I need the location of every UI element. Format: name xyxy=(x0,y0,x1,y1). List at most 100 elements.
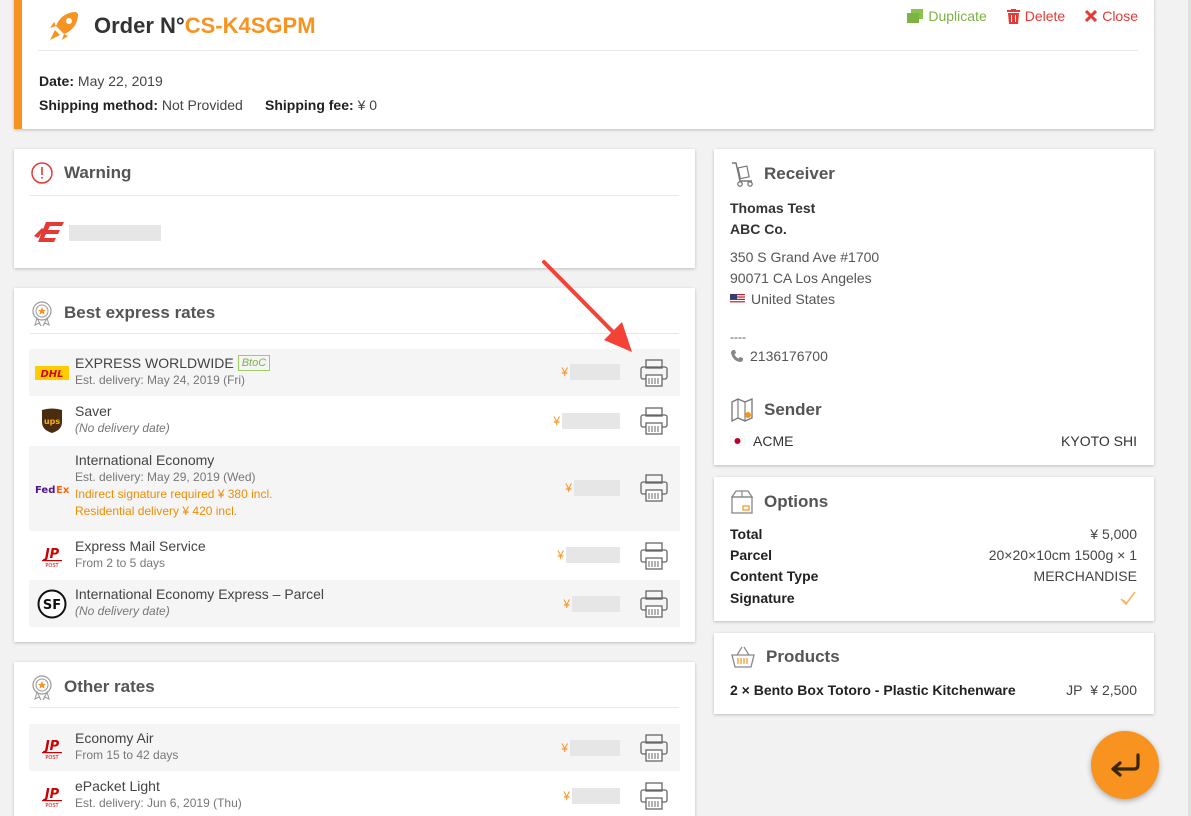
rate-price: ¥ xyxy=(557,547,620,563)
order-date: Date: May 22, 2019 xyxy=(39,73,163,89)
print-label-icon[interactable] xyxy=(638,540,670,572)
svg-text:Ex.: Ex. xyxy=(56,485,70,496)
price-redacted xyxy=(570,364,620,380)
print-label-icon[interactable] xyxy=(638,472,670,504)
receiver-address-line1: 350 S Grand Ave #1700 xyxy=(730,249,880,265)
svg-text:JP: JP xyxy=(42,547,60,562)
sender-name: ACME xyxy=(730,433,793,449)
svg-text:POST: POST xyxy=(45,563,59,568)
receiver-separator: ---- xyxy=(730,330,746,344)
sender-title: Sender xyxy=(730,397,822,423)
date-value: May 22, 2019 xyxy=(77,73,163,89)
japan-flag-icon xyxy=(730,436,745,446)
rate-service-name: International Economy xyxy=(75,452,215,468)
print-label-icon[interactable] xyxy=(638,357,670,389)
award-badge-icon xyxy=(32,675,52,700)
phone-icon xyxy=(731,350,743,362)
rate-price: ¥ xyxy=(561,364,620,380)
receiver-country: United States xyxy=(730,291,835,307)
order-title-prefix: Order N° xyxy=(94,13,185,38)
product-price-group: JP ¥ 2,500 xyxy=(1066,682,1137,698)
warning-title-text: Warning xyxy=(64,163,132,182)
rate-row[interactable]: JP POST Express Mail Service From 2 to 5 … xyxy=(29,532,680,579)
rate-row[interactable]: DHL EXPRESS WORLDWIDE BtoC Est. delivery… xyxy=(29,349,680,396)
receiver-phone: 2136176700 xyxy=(730,348,828,364)
shipping-method-label: Shipping method: xyxy=(39,97,158,113)
rate-name: International Economy xyxy=(75,452,680,468)
print-label-icon[interactable] xyxy=(638,780,670,812)
rate-row[interactable]: ups Saver (No delivery date) ¥ xyxy=(29,397,680,445)
rate-service-name: EXPRESS WORLDWIDE xyxy=(75,355,234,371)
other-rates-title-text: Other rates xyxy=(64,677,155,696)
sf-express-logo-icon: SF xyxy=(29,580,75,627)
best-rates-card: Best express rates DHL EXPRESS WORLDWIDE… xyxy=(14,288,695,642)
shipping-method-value: Not Provided xyxy=(161,97,243,113)
rate-price: ¥ xyxy=(563,596,620,612)
price-redacted xyxy=(572,788,620,804)
return-fab-button[interactable] xyxy=(1091,731,1159,799)
rate-price: ¥ xyxy=(561,740,620,756)
warning-card: Warning xyxy=(14,149,695,268)
svg-text:Fed: Fed xyxy=(35,485,55,496)
header-actions: Duplicate Delete Close xyxy=(907,8,1138,24)
receiver-title: Receiver xyxy=(730,161,835,187)
japan-post-logo-icon: JP POST xyxy=(29,724,75,771)
order-header: Order N° CS-K4SGPM Duplicate Delete Close… xyxy=(14,0,1154,129)
currency-symbol: ¥ xyxy=(565,481,572,495)
receiver-company: ABC Co. xyxy=(730,221,787,237)
option-key: Total xyxy=(730,526,763,542)
option-row-content-type: Content Type MERCHANDISE xyxy=(730,568,1137,584)
order-title: Order N° CS-K4SGPM xyxy=(46,6,316,46)
products-title: Products xyxy=(730,645,840,669)
currency-symbol: ¥ xyxy=(563,597,570,611)
basket-icon xyxy=(731,646,755,668)
option-row-parcel: Parcel 20×20×10cm 1500g × 1 xyxy=(730,547,1137,563)
duplicate-button[interactable]: Duplicate xyxy=(907,8,987,24)
option-key: Parcel xyxy=(730,547,773,563)
fedex-logo-icon: FedEx. xyxy=(29,446,75,531)
checkmark-icon xyxy=(1120,591,1136,606)
rate-price: ¥ xyxy=(553,413,620,429)
rate-service-name: Economy Air xyxy=(75,730,154,746)
option-key: Content Type xyxy=(730,568,819,584)
option-row-total: Total ¥ 5,000 xyxy=(730,526,1137,542)
rate-row[interactable]: JP POST ePacket Light Est. delivery: Jun … xyxy=(29,772,680,816)
best-rates-title-text: Best express rates xyxy=(64,303,216,322)
option-row-signature: Signature xyxy=(730,590,1137,606)
print-label-icon[interactable] xyxy=(638,588,670,620)
product-name: 2 × Bento Box Totoro - Plastic Kitchenwa… xyxy=(730,682,1016,698)
currency-symbol: ¥ xyxy=(561,741,568,755)
option-value: MERCHANDISE xyxy=(1033,568,1137,584)
warning-title: Warning xyxy=(30,161,131,185)
duplicate-icon xyxy=(907,9,924,23)
rate-surcharge: Residential delivery ¥ 420 incl. xyxy=(75,504,238,518)
map-icon xyxy=(731,398,753,423)
warning-redacted-text xyxy=(69,225,161,241)
option-key: Signature xyxy=(730,590,795,606)
receiver-name: Thomas Test xyxy=(730,200,816,216)
receiver-phone-number: 2136176700 xyxy=(750,348,828,364)
japan-post-logo-icon: JP POST xyxy=(29,772,75,816)
currency-symbol: ¥ xyxy=(563,789,570,803)
sender-row: ACME KYOTO SHI xyxy=(730,433,1137,449)
options-card: Options Total ¥ 5,000 Parcel 20×20×10cm … xyxy=(714,477,1154,621)
receiver-title-text: Receiver xyxy=(764,164,835,183)
rate-service-name: ePacket Light xyxy=(75,778,160,794)
rocket-icon xyxy=(50,12,78,40)
rate-row[interactable]: FedEx. International Economy Est. delive… xyxy=(29,446,680,531)
receiver-card: Receiver Thomas Test ABC Co. 350 S Grand… xyxy=(714,149,1154,465)
rate-row[interactable]: SF International Economy Express – Parce… xyxy=(29,580,680,627)
price-redacted xyxy=(574,480,620,496)
print-label-icon[interactable] xyxy=(638,405,670,437)
rate-price: ¥ xyxy=(565,480,620,496)
btoc-badge: BtoC xyxy=(237,355,271,371)
delete-button[interactable]: Delete xyxy=(1006,8,1065,24)
sender-title-text: Sender xyxy=(764,400,822,419)
alert-circle-icon xyxy=(31,162,53,184)
sender-name-text: ACME xyxy=(753,433,794,449)
rate-row[interactable]: JP POST Economy Air From 15 to 42 days ¥ xyxy=(29,724,680,771)
print-label-icon[interactable] xyxy=(638,732,670,764)
close-button[interactable]: Close xyxy=(1085,8,1138,24)
close-label: Close xyxy=(1102,8,1138,24)
trash-icon xyxy=(1006,8,1020,24)
